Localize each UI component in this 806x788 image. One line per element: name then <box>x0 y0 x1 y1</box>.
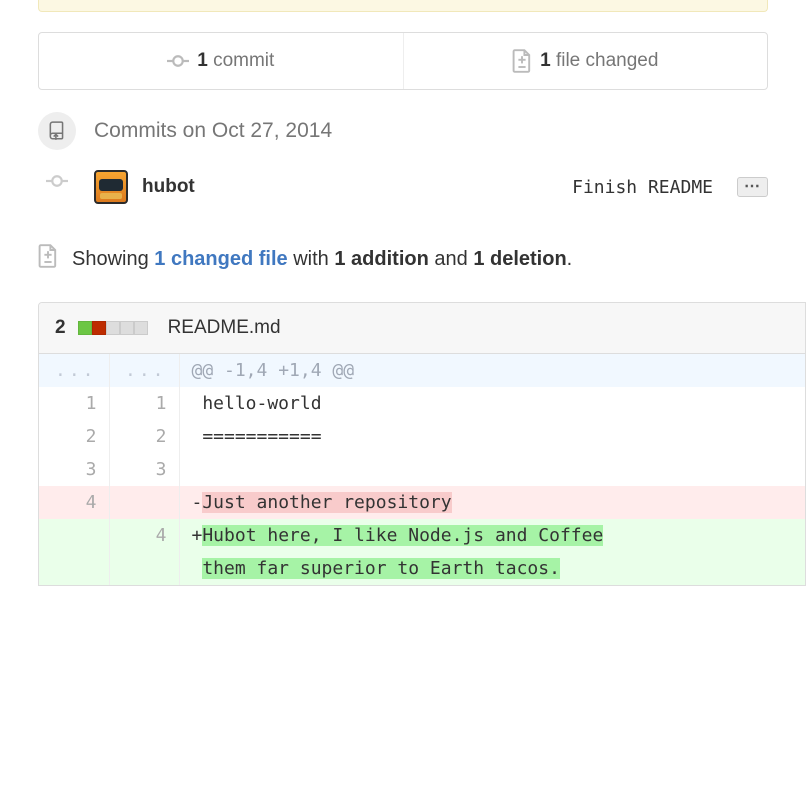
line-number-new[interactable]: 4 <box>109 519 179 552</box>
diffstat-add-block <box>78 321 92 335</box>
diff-summary: Showing 1 changed file with 1 addition a… <box>38 244 768 274</box>
commits-timeline: Commits on Oct 27, 2014 hubot Finish REA… <box>38 112 768 204</box>
commit-author-link[interactable]: hubot <box>142 176 195 198</box>
file-diff-header: 2 README.md <box>39 303 805 354</box>
commit-count: 1 <box>197 50 208 71</box>
repo-push-icon <box>38 112 76 150</box>
diff-change-count: 2 <box>55 317 66 339</box>
line-number-old[interactable]: 4 <box>39 486 109 519</box>
summary-showing: Showing <box>72 248 149 270</box>
summary-and: and <box>434 248 467 270</box>
additions-count: 1 addition <box>334 248 428 270</box>
file-diff-icon <box>38 244 58 274</box>
file-diff: 2 README.md ... ... @@ -1,4 +1,4 @@ 1 1 … <box>38 302 806 586</box>
line-number-new[interactable]: 2 <box>109 420 179 453</box>
diffstat-neutral-block <box>120 321 134 335</box>
line-number-new[interactable] <box>109 552 179 585</box>
file-count-label: file changed <box>556 50 658 71</box>
diff-code: hello-world <box>179 387 805 420</box>
diffstat-blocks <box>78 321 148 335</box>
changed-files-link[interactable]: 1 changed file <box>154 248 287 270</box>
diff-code: -Just another repository <box>179 486 805 519</box>
diff-line-addition: 4 +Hubot here, I like Node.js and Coffee <box>39 519 805 552</box>
files-changed-cell[interactable]: 1 file changed <box>403 33 768 89</box>
ellipsis-button[interactable]: ⋯ <box>737 177 768 197</box>
diff-code: =========== <box>179 420 805 453</box>
diff-line: 3 3 <box>39 453 805 486</box>
diff-code: +Hubot here, I like Node.js and Coffee <box>179 519 805 552</box>
file-count: 1 <box>540 50 551 71</box>
commit-icon <box>167 50 189 72</box>
diffstat-neutral-block <box>134 321 148 335</box>
line-number-old[interactable] <box>39 552 109 585</box>
diffstat-del-block <box>92 321 106 335</box>
line-number-new[interactable]: 3 <box>109 453 179 486</box>
diff-code: them far superior to Earth tacos. <box>179 552 805 585</box>
line-number-new[interactable] <box>109 486 179 519</box>
deletions-count: 1 deletion <box>473 248 566 270</box>
diff-line-addition: them far superior to Earth tacos. <box>39 552 805 585</box>
commit-icon <box>46 170 68 192</box>
line-number-old[interactable]: 3 <box>39 453 109 486</box>
line-number-new[interactable]: ... <box>109 354 179 387</box>
commit-message-link[interactable]: Finish README <box>572 177 713 198</box>
line-number-old[interactable]: ... <box>39 354 109 387</box>
line-number-old[interactable]: 2 <box>39 420 109 453</box>
commits-day-header: Commits on Oct 27, 2014 <box>38 112 768 150</box>
diff-code <box>179 453 805 486</box>
diff-file-name[interactable]: README.md <box>168 317 281 339</box>
diff-hunk-header: ... ... @@ -1,4 +1,4 @@ <box>39 354 805 387</box>
diff-line: 2 2 =========== <box>39 420 805 453</box>
commit-row: hubot Finish README ⋯ <box>38 170 768 204</box>
diff-table: ... ... @@ -1,4 +1,4 @@ 1 1 hello-world … <box>39 354 805 585</box>
alert-banner <box>38 0 768 12</box>
commits-count-cell[interactable]: 1 commit <box>39 33 403 89</box>
compare-stats-bar: 1 commit 1 file changed <box>38 32 768 90</box>
diffstat-neutral-block <box>106 321 120 335</box>
line-number-old[interactable]: 1 <box>39 387 109 420</box>
diff-line: 1 1 hello-world <box>39 387 805 420</box>
summary-trail: . <box>567 248 573 270</box>
commits-date: Oct 27, 2014 <box>212 119 332 142</box>
summary-with: with <box>293 248 329 270</box>
hunk-text: @@ -1,4 +1,4 @@ <box>179 354 805 387</box>
diff-line-deletion: 4 -Just another repository <box>39 486 805 519</box>
avatar[interactable] <box>94 170 128 204</box>
line-number-new[interactable]: 1 <box>109 387 179 420</box>
line-number-old[interactable] <box>39 519 109 552</box>
commit-count-label: commit <box>213 50 274 71</box>
timeline-column <box>38 170 76 194</box>
file-diff-icon <box>512 49 532 73</box>
commits-on-label: Commits on <box>94 119 206 142</box>
